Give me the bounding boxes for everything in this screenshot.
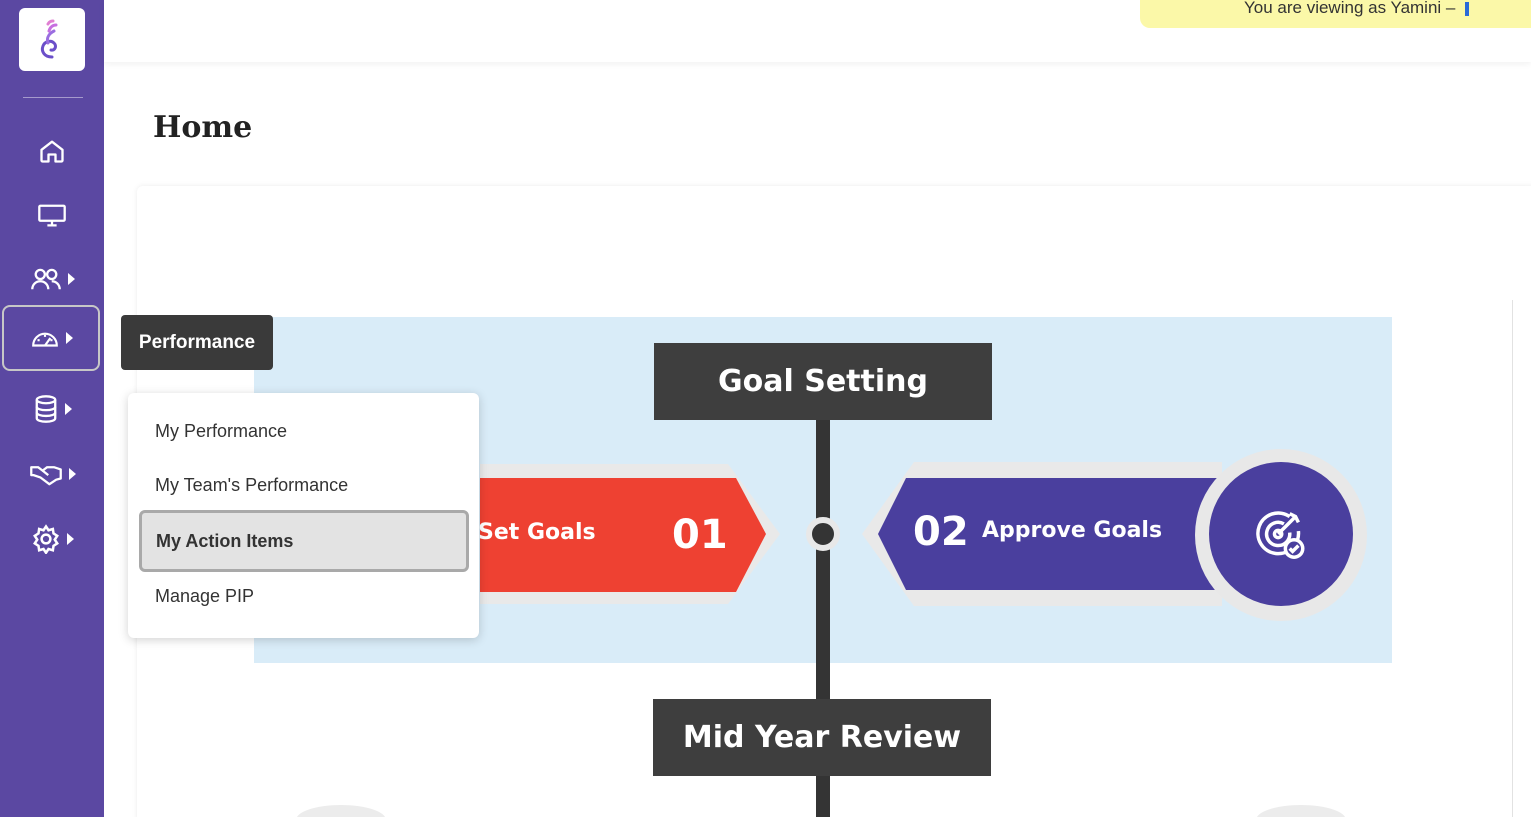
sidebar-item-performance[interactable] [2, 305, 100, 371]
approve-goals-label: Approve Goals [982, 518, 1163, 543]
caret-right-icon [65, 332, 73, 344]
menu-item-my-teams-performance[interactable]: My Team's Performance [142, 458, 467, 512]
approve-goals-icon-badge [1209, 462, 1353, 606]
caret-right-icon [64, 403, 72, 415]
timeline-node [806, 517, 840, 551]
caret-right-icon [66, 533, 74, 545]
card-divider [1512, 300, 1513, 817]
impersonation-text: You are viewing as Yamini – [1244, 0, 1456, 17]
stage-header-goal-setting: Goal Setting [654, 343, 992, 420]
gauge-icon [31, 332, 58, 347]
caret-right-icon [67, 273, 75, 285]
menu-item-manage-pip[interactable]: Manage PIP [142, 569, 467, 623]
sidebar-item-settings[interactable] [0, 506, 104, 572]
sidebar-item-home[interactable] [0, 118, 104, 184]
impersonation-banner: You are viewing as Yamini – [1140, 0, 1531, 28]
set-goals-label: Set Goals [478, 520, 596, 545]
sidebar-item-desktop[interactable] [0, 182, 104, 248]
gear-icon [32, 524, 59, 554]
menu-item-my-performance[interactable]: My Performance [142, 404, 467, 458]
caret-right-icon [68, 468, 76, 480]
sidebar-item-documents[interactable] [0, 376, 104, 442]
page-title: Home [153, 110, 253, 145]
set-goals-number: 01 [672, 512, 728, 558]
target-check-icon [1256, 511, 1305, 559]
performance-tooltip: Performance [121, 315, 273, 370]
menu-item-my-action-items[interactable]: My Action Items [139, 510, 469, 572]
database-icon [35, 395, 56, 423]
users-icon [30, 268, 61, 290]
home-icon [40, 140, 64, 163]
performance-flyout-menu: My Performance My Team's Performance My … [128, 393, 479, 638]
approve-goals-number: 02 [913, 509, 969, 555]
monitor-icon [38, 204, 66, 227]
sidebar-item-engagement[interactable] [0, 441, 104, 507]
logo[interactable] [19, 8, 85, 71]
sidebar-divider [23, 97, 83, 98]
spiral-logo-icon [40, 19, 58, 58]
sidebar-item-people[interactable] [0, 246, 104, 312]
stage-header-mid-year-review: Mid Year Review [653, 699, 991, 776]
sidebar [0, 0, 104, 817]
banner-accent [1465, 1, 1470, 16]
handshake-icon [29, 466, 62, 486]
